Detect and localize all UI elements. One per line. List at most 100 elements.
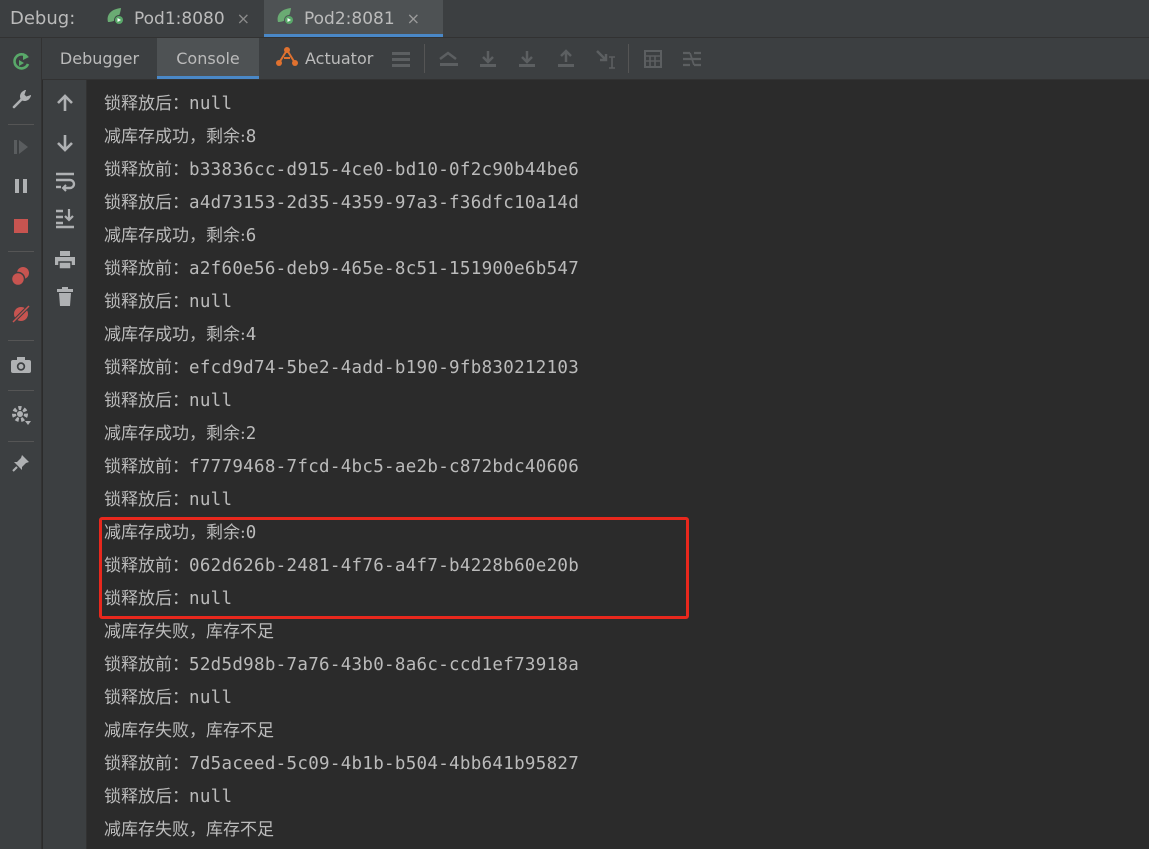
log-line-value: 4 <box>245 325 257 345</box>
pause-icon[interactable] <box>9 174 33 198</box>
actuator-icon <box>275 46 299 72</box>
log-line: 锁释放前：f7779468-7fcd-4bc5-ae2b-c872bdc4060… <box>104 451 579 484</box>
run-tab-label: Pod2:8081 <box>304 8 395 29</box>
print-icon[interactable] <box>53 248 77 272</box>
rerun-icon[interactable] <box>9 50 33 74</box>
close-icon[interactable]: × <box>407 9 420 28</box>
log-line-prefix: 减库存失败，库存不足 <box>104 820 274 840</box>
log-line: 减库存成功，剩余:4 <box>104 319 257 352</box>
log-line: 锁释放后：null <box>104 88 232 121</box>
debug-side-toolbar <box>0 38 42 849</box>
log-line-prefix: 减库存成功，剩余: <box>104 127 246 147</box>
tab-label: Actuator <box>305 49 374 68</box>
log-line-prefix: 减库存失败，库存不足 <box>104 721 274 741</box>
log-line: 锁释放后：null <box>104 286 232 319</box>
log-line-value: null <box>189 94 233 114</box>
evaluate-expression-icon[interactable] <box>633 38 672 79</box>
log-line-prefix: 锁释放后： <box>104 391 189 411</box>
spring-run-icon <box>274 5 296 32</box>
console-side-toolbar <box>43 80 87 849</box>
tab-label: Console <box>176 49 240 68</box>
run-tab-label: Pod1:8080 <box>134 8 225 29</box>
log-line: 锁释放前：7d5aceed-5c09-4b1b-b504-4bb641b9582… <box>104 748 579 781</box>
log-line-value: 8 <box>245 127 257 147</box>
log-line-value: efcd9d74-5be2-4add-b190-9fb830212103 <box>189 358 580 378</box>
log-line: 减库存成功，剩余:2 <box>104 418 257 451</box>
log-line: 锁释放后：null <box>104 781 232 814</box>
log-line: 锁释放前：b33836cc-d915-4ce0-bd10-0f2c90b44be… <box>104 154 579 187</box>
log-line-value: null <box>189 292 233 312</box>
spring-run-icon <box>104 5 126 32</box>
arrow-up-icon[interactable] <box>53 91 77 115</box>
log-line-value: null <box>189 688 233 708</box>
tab-label: Debugger <box>59 49 140 68</box>
log-line-prefix: 减库存成功，剩余: <box>104 226 246 246</box>
debug-tool-window-header: Debug: Pod1:8080 × Pod2:8081 × <box>0 0 1149 38</box>
log-line: 锁释放前：a2f60e56-deb9-465e-8c51-151900e6b54… <box>104 253 579 286</box>
log-line-prefix: 减库存失败，库存不足 <box>104 622 274 642</box>
close-icon[interactable]: × <box>237 9 250 28</box>
log-line-value: 2 <box>245 424 257 444</box>
log-line-prefix: 锁释放后： <box>104 292 189 312</box>
log-line-prefix: 锁释放前： <box>104 259 189 279</box>
console-output[interactable]: 锁释放后：null 减库存成功，剩余:8 锁释放前：b33836cc-d915-4c… <box>88 80 1149 849</box>
log-line: 锁释放前：efcd9d74-5be2-4add-b190-9fb83021210… <box>104 352 579 385</box>
log-line-prefix: 锁释放后： <box>104 688 189 708</box>
scroll-to-end-icon[interactable] <box>53 206 77 230</box>
log-line-prefix: 锁释放后： <box>104 787 189 807</box>
stop-icon[interactable] <box>9 214 33 238</box>
run-to-cursor-icon[interactable] <box>585 38 624 79</box>
trash-icon[interactable] <box>53 285 77 309</box>
step-out-icon[interactable] <box>546 38 585 79</box>
log-line: 减库存失败，库存不足 <box>104 715 274 748</box>
restore-layout-icon[interactable] <box>381 38 420 79</box>
log-line-prefix: 锁释放前： <box>104 457 189 477</box>
tab-console[interactable]: Console <box>157 38 259 79</box>
step-over-icon[interactable] <box>468 38 507 79</box>
step-into-icon[interactable] <box>507 38 546 79</box>
log-line: 锁释放前：52d5d98b-7a76-43b0-8a6c-ccd1ef73918… <box>104 649 579 682</box>
log-line-prefix: 锁释放前： <box>104 160 189 180</box>
log-line-value: 6 <box>245 226 257 246</box>
run-tab-pod1[interactable]: Pod1:8080 × <box>94 0 264 37</box>
resume-icon[interactable] <box>9 135 33 159</box>
soft-wrap-icon[interactable] <box>53 169 77 193</box>
trace-stream-icon[interactable] <box>672 38 711 79</box>
run-tab-pod2[interactable]: Pod2:8081 × <box>264 0 443 37</box>
debugger-toolbar: Debugger Console Actuator <box>42 38 1149 80</box>
log-line-value: 7d5aceed-5c09-4b1b-b504-4bb641b95827 <box>189 754 580 774</box>
log-line-prefix: 锁释放后： <box>104 490 189 510</box>
log-line: 锁释放后：null <box>104 484 232 517</box>
mute-breakpoints-icon[interactable] <box>9 302 33 326</box>
camera-icon[interactable] <box>9 353 33 377</box>
log-line-prefix: 锁释放后： <box>104 94 189 114</box>
log-line-value: null <box>189 391 233 411</box>
log-line-prefix: 减库存成功，剩余: <box>104 325 246 345</box>
log-line-value: null <box>189 787 233 807</box>
log-line: 减库存失败，库存不足 <box>104 616 274 649</box>
log-line: 减库存成功，剩余:6 <box>104 220 257 253</box>
arrow-down-icon[interactable] <box>53 131 77 155</box>
log-line-prefix: 锁释放前： <box>104 655 189 675</box>
log-line-prefix: 锁释放后： <box>104 193 189 213</box>
log-line-value: b33836cc-d915-4ce0-bd10-0f2c90b44be6 <box>189 160 580 180</box>
tab-actuator[interactable]: Actuator <box>259 38 381 79</box>
log-line: 锁释放后：null <box>104 385 232 418</box>
pin-icon[interactable] <box>9 451 33 475</box>
settings-icon[interactable] <box>9 403 33 427</box>
log-line-value: null <box>189 490 233 510</box>
log-line-prefix: 锁释放前： <box>104 754 189 774</box>
log-line-value: a4d73153-2d35-4359-97a3-f36dfc10a14d <box>189 193 580 213</box>
wrench-icon[interactable] <box>9 88 33 112</box>
debug-label: Debug: <box>10 8 76 29</box>
show-execution-point-icon[interactable] <box>429 38 468 79</box>
log-line-value: a2f60e56-deb9-465e-8c51-151900e6b547 <box>189 259 580 279</box>
log-line: 锁释放后：a4d73153-2d35-4359-97a3-f36dfc10a14… <box>104 187 579 220</box>
log-line-prefix: 锁释放前： <box>104 358 189 378</box>
log-line-prefix: 减库存成功，剩余: <box>104 424 246 444</box>
highlight-box <box>99 517 689 619</box>
log-line-value: 52d5d98b-7a76-43b0-8a6c-ccd1ef73918a <box>189 655 580 675</box>
view-breakpoints-icon[interactable] <box>9 264 33 288</box>
tab-debugger[interactable]: Debugger <box>42 38 157 79</box>
log-line: 锁释放后：null <box>104 682 232 715</box>
